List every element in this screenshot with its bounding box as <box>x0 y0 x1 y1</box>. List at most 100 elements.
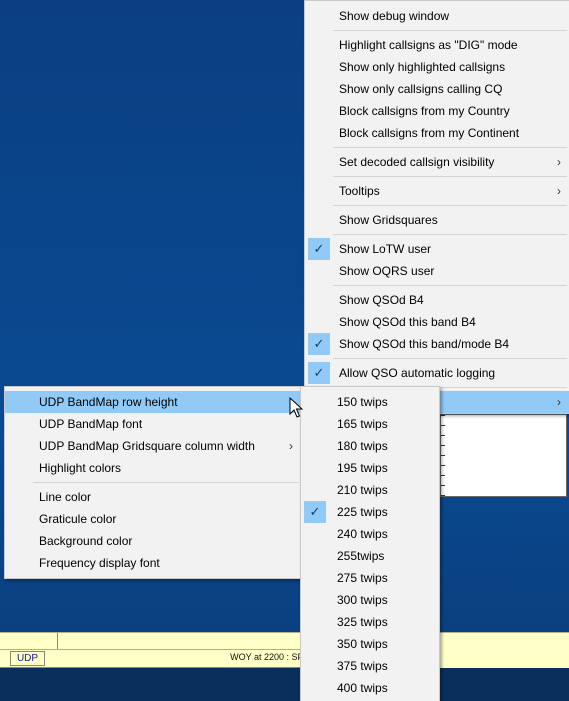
menu-item-label: 255twips <box>337 549 385 563</box>
menu-item-325-twips[interactable]: 325 twips <box>301 611 439 633</box>
menu-item-label: Show QSOd this band B4 <box>339 315 476 329</box>
menu-item-195-twips[interactable]: 195 twips <box>301 457 439 479</box>
menu-item-label: Show only highlighted callsigns <box>339 60 506 74</box>
menu-separator <box>305 173 569 180</box>
menu-item-label: Highlight callsigns as "DIG" mode <box>339 38 518 52</box>
menu-item-show-qsod-this-band-b4[interactable]: Show QSOd this band B4 <box>305 311 569 333</box>
menu-item-label: Show QSOd B4 <box>339 293 424 307</box>
menu-item-label: 240 twips <box>337 527 388 541</box>
status-bar-top <box>0 632 302 650</box>
menu-separator <box>305 144 569 151</box>
bandmap-panel <box>440 414 567 497</box>
menu-item-show-only-highlighted-callsigns[interactable]: Show only highlighted callsigns <box>305 56 569 78</box>
menu-item-210-twips[interactable]: 210 twips <box>301 479 439 501</box>
menu-item-label: Line color <box>39 490 92 504</box>
menu-item-375-twips[interactable]: 375 twips <box>301 655 439 677</box>
udp-status-label: UDP <box>10 651 45 666</box>
menu-item-block-callsigns-from-my-continent[interactable]: Block callsigns from my Continent <box>305 122 569 144</box>
menu-item-highlight-colors[interactable]: Highlight colors <box>5 457 301 479</box>
menu-item-label: Show QSOd this band/mode B4 <box>339 337 510 351</box>
menu-item-240-twips[interactable]: 240 twips <box>301 523 439 545</box>
menu-item-label: UDP BandMap font <box>39 417 143 431</box>
menu-item-350-twips[interactable]: 350 twips <box>301 633 439 655</box>
menu-item-label: Frequency display font <box>39 556 160 570</box>
menu-item-show-oqrs-user[interactable]: Show OQRS user <box>305 260 569 282</box>
menu-item-label: Block callsigns from my Continent <box>339 126 520 140</box>
menu-item-label: 180 twips <box>337 439 388 453</box>
bandmap-grid-edge <box>441 415 445 496</box>
menu-item-udp-bandmap-font[interactable]: UDP BandMap font <box>5 413 301 435</box>
menu-item-label: Block callsigns from my Country <box>339 104 510 118</box>
menu-item-300-twips[interactable]: 300 twips <box>301 589 439 611</box>
menu-item-show-qsod-b4[interactable]: Show QSOd B4 <box>305 289 569 311</box>
menu-item-udp-bandmap-gridsquare-column-width[interactable]: UDP BandMap Gridsquare column width › <box>5 435 301 457</box>
menu-item-label: 275 twips <box>337 571 388 585</box>
menu-item-set-decoded-callsign-visibility[interactable]: Set decoded callsign visibility › <box>305 151 569 173</box>
status-bar-right <box>438 632 569 668</box>
menu-item-255twips[interactable]: 255twips <box>301 545 439 567</box>
main-context-menu: Show debug window Highlight callsigns as … <box>304 0 569 414</box>
menu-item-background-color[interactable]: Background color <box>5 530 301 552</box>
menu-separator <box>305 202 569 209</box>
menu-item-show-qsod-this-band-mode-b4[interactable]: ✓ Show QSOd this band/mode B4 <box>305 333 569 355</box>
menu-item-label: 150 twips <box>337 395 388 409</box>
menu-item-label: Set decoded callsign visibility <box>339 155 495 169</box>
check-icon: ✓ <box>308 333 330 355</box>
menu-item-label: Tooltips <box>339 184 380 198</box>
chevron-right-icon: › <box>557 395 561 409</box>
menu-item-label: 350 twips <box>337 637 388 651</box>
menu-item-udp-bandmap-row-height[interactable]: UDP BandMap row height› <box>5 391 301 413</box>
menu-item-165-twips[interactable]: 165 twips <box>301 413 439 435</box>
menu-item-label: 300 twips <box>337 593 388 607</box>
menu-item-label: Allow QSO automatic logging <box>339 366 496 380</box>
menu-item-label: 375 twips <box>337 659 388 673</box>
menu-separator <box>305 231 569 238</box>
menu-separator <box>305 355 569 362</box>
menu-separator <box>5 479 301 486</box>
menu-item-frequency-display-font[interactable]: Frequency display font <box>5 552 301 574</box>
check-icon: ✓ <box>304 501 326 523</box>
menu-item-show-debug-window[interactable]: Show debug window <box>305 5 569 27</box>
status-bar-bottom: UDP WOY at 2200 : SF <box>0 650 303 668</box>
menu-item-show-only-callsigns-calling-cq[interactable]: Show only callsigns calling CQ <box>305 78 569 100</box>
menu-item-225-twips[interactable]: ✓ 225 twips <box>301 501 439 523</box>
menu-item-label: Highlight colors <box>39 461 122 475</box>
menu-item-label: 210 twips <box>337 483 388 497</box>
check-icon: ✓ <box>308 238 330 260</box>
menu-item-label: 225 twips <box>337 505 388 519</box>
menu-item-label: UDP BandMap Gridsquare column width <box>39 439 255 453</box>
menu-item-180-twips[interactable]: 180 twips <box>301 435 439 457</box>
chevron-right-icon: › <box>289 439 293 453</box>
status-info-text: WOY at 2200 : SF <box>230 652 303 662</box>
menu-item-275-twips[interactable]: 275 twips <box>301 567 439 589</box>
menu-item-150-twips[interactable]: 150 twips <box>301 391 439 413</box>
menu-separator <box>305 27 569 34</box>
row-height-submenu: 150 twips 165 twips 180 twips 195 twips 210 … <box>300 386 440 701</box>
menu-item-label: Show LoTW user <box>339 242 432 256</box>
menu-item-label: 165 twips <box>337 417 388 431</box>
menu-item-allow-qso-automatic-logging[interactable]: ✓ Allow QSO automatic logging <box>305 362 569 384</box>
menu-item-show-lotw-user[interactable]: ✓ Show LoTW user <box>305 238 569 260</box>
menu-item-show-gridsquares[interactable]: Show Gridsquares <box>305 209 569 231</box>
menu-item-label: 195 twips <box>337 461 388 475</box>
menu-item-label: Show debug window <box>339 9 450 23</box>
menu-item-label: Show OQRS user <box>339 264 435 278</box>
menu-item-label: UDP BandMap row height <box>39 395 178 409</box>
menu-item-label: Graticule color <box>39 512 117 526</box>
taskbar-strip <box>0 668 569 701</box>
mouse-pointer-icon <box>289 397 303 418</box>
menu-item-graticule-color[interactable]: Graticule color <box>5 508 301 530</box>
status-cell-divider <box>57 633 58 649</box>
menu-item-highlight-callsigns-as-dig-mode[interactable]: Highlight callsigns as "DIG" mode <box>305 34 569 56</box>
menu-item-400-twips[interactable]: 400 twips <box>301 677 439 699</box>
menu-item-label: Background color <box>39 534 133 548</box>
menu-item-label: Show only callsigns calling CQ <box>339 82 503 96</box>
menu-separator <box>305 282 569 289</box>
menu-item-tooltips[interactable]: Tooltips › <box>305 180 569 202</box>
chevron-right-icon: › <box>557 184 561 198</box>
menu-item-label: 325 twips <box>337 615 388 629</box>
menu-item-label: Show Gridsquares <box>339 213 438 227</box>
menu-item-line-color[interactable]: Line color <box>5 486 301 508</box>
menu-item-block-callsigns-from-my-country[interactable]: Block callsigns from my Country <box>305 100 569 122</box>
check-icon: ✓ <box>308 362 330 384</box>
